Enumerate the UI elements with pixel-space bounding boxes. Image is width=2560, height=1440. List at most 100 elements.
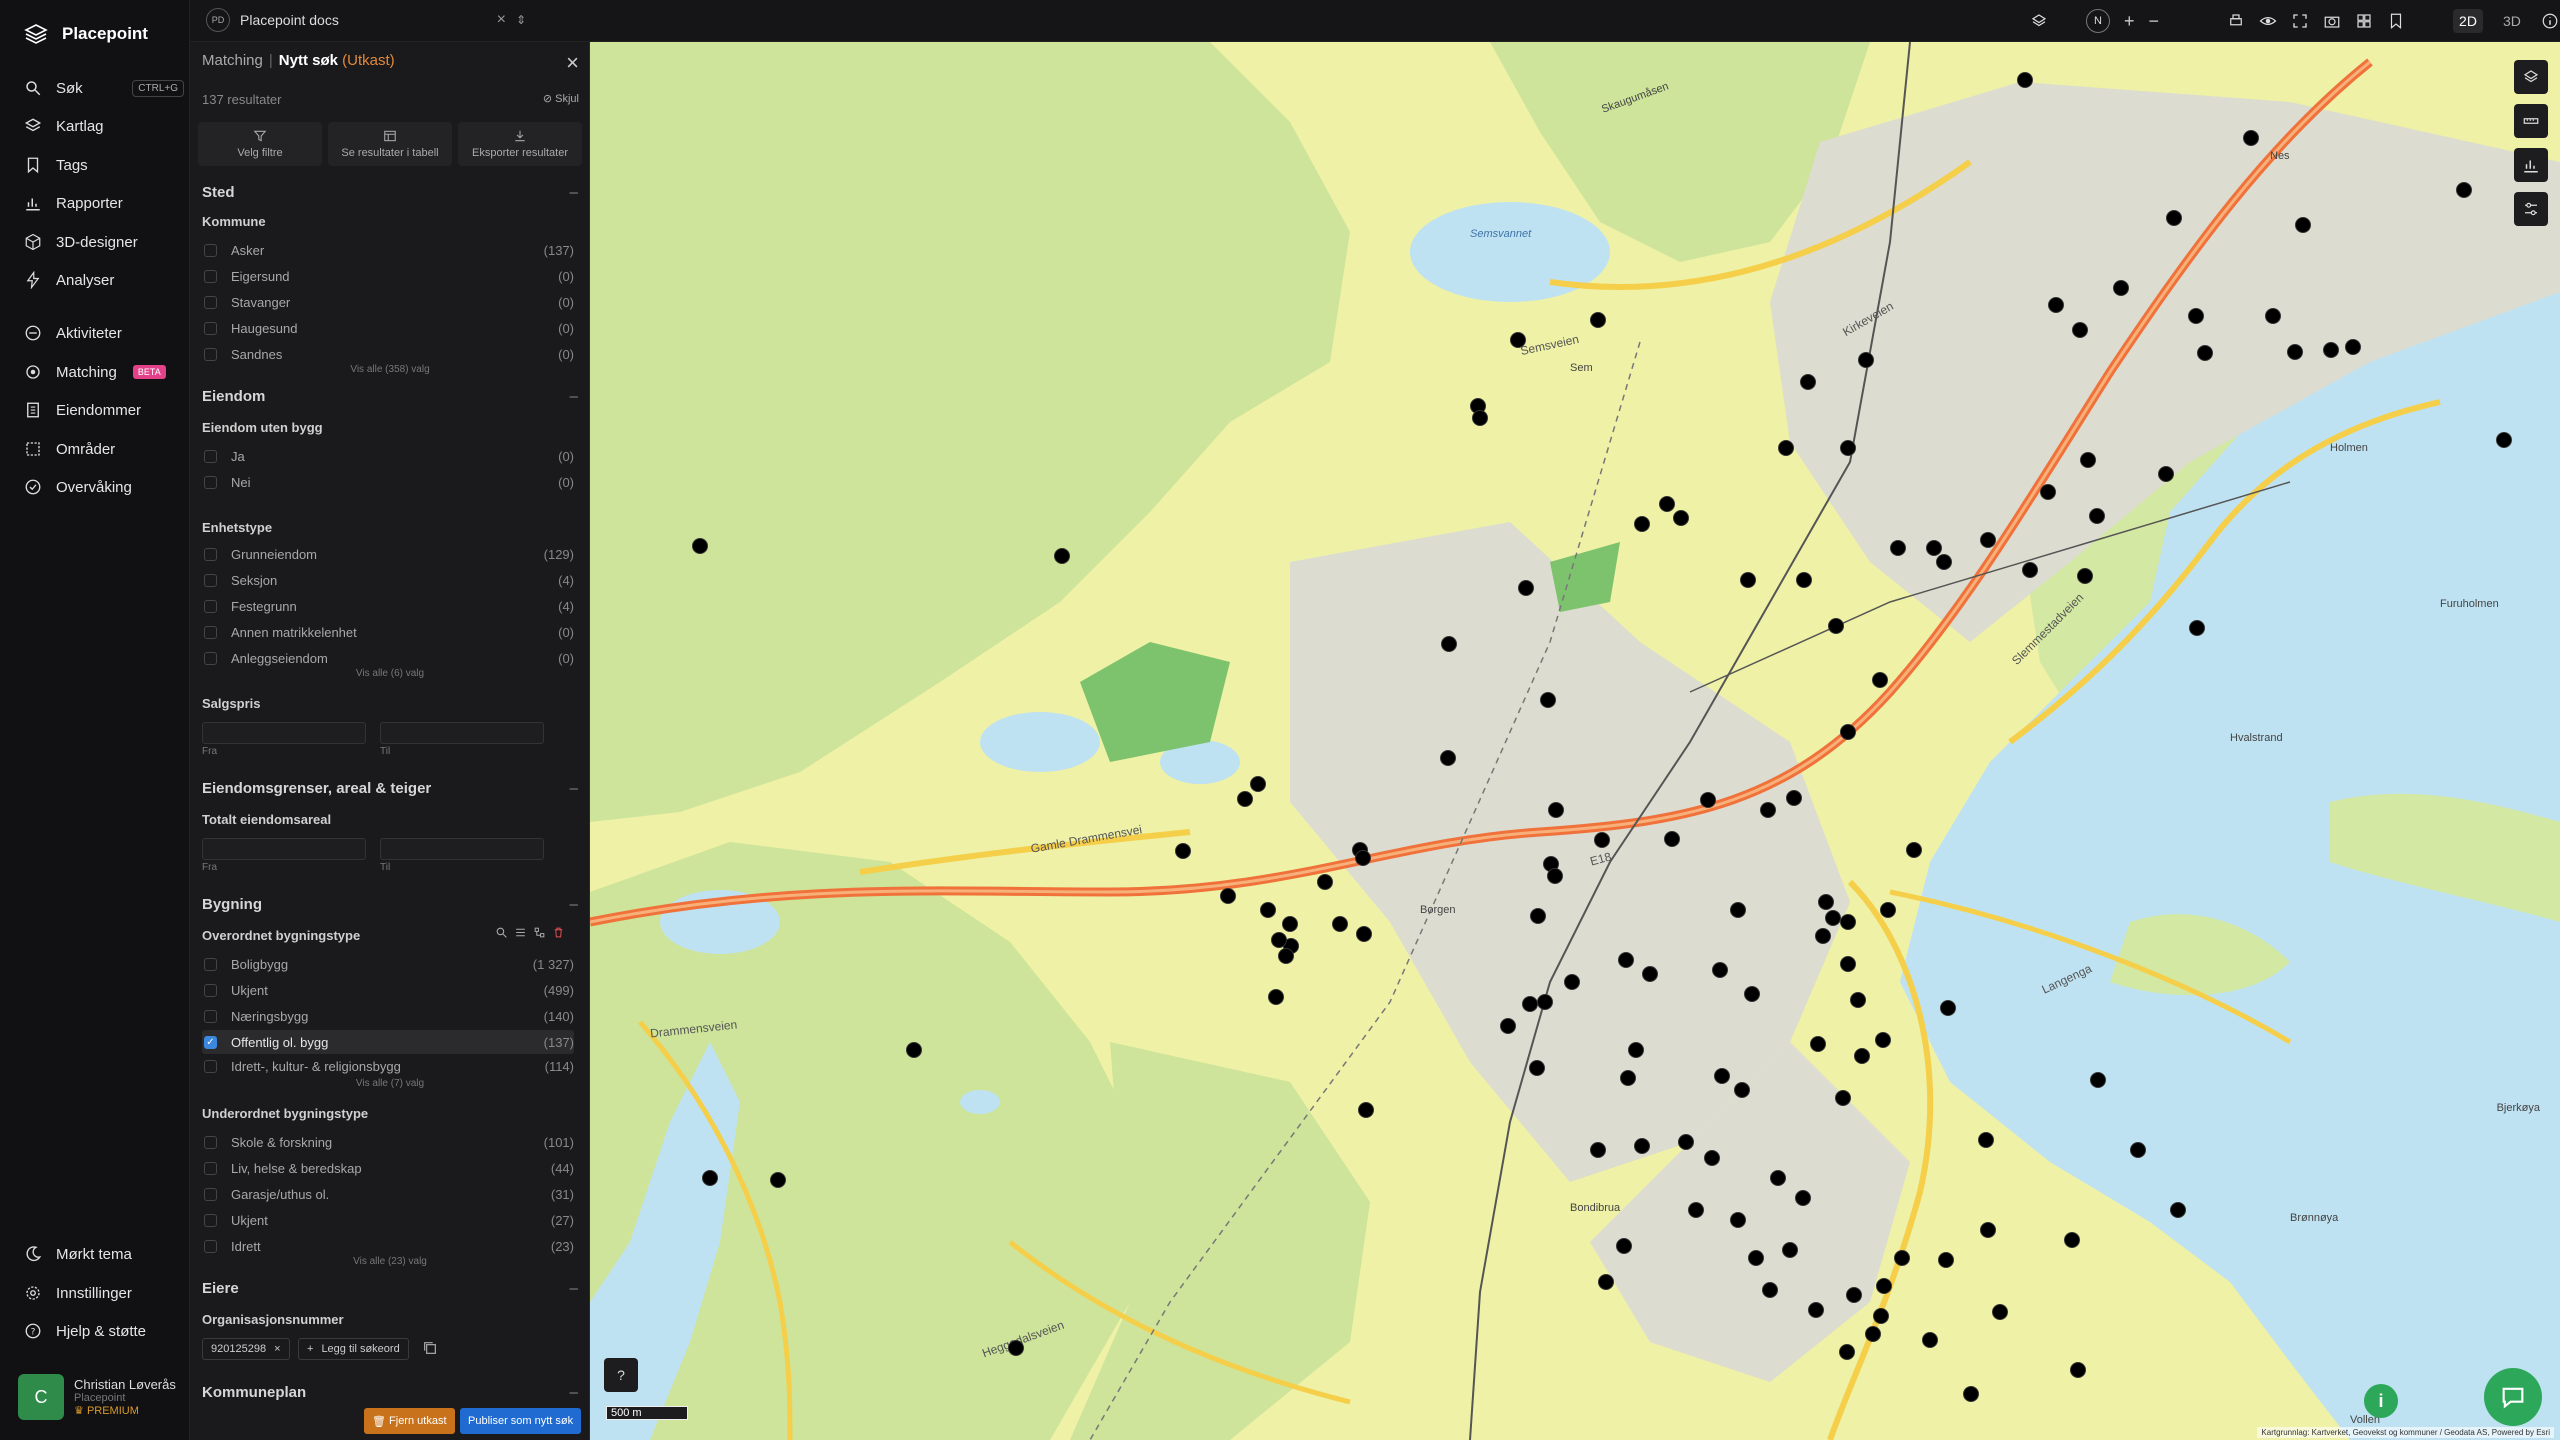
result-pin[interactable]	[1748, 1250, 1764, 1266]
checkbox[interactable]	[204, 449, 217, 463]
result-pin[interactable]	[1537, 994, 1553, 1010]
result-pin[interactable]	[1564, 974, 1580, 990]
result-pin[interactable]	[2188, 308, 2204, 324]
result-pin[interactable]	[1730, 1212, 1746, 1228]
result-pin[interactable]	[1980, 532, 1996, 548]
map-help-button[interactable]: ?	[604, 1358, 638, 1392]
result-pin[interactable]	[2077, 568, 2093, 584]
checkbox[interactable]	[204, 983, 217, 997]
result-pin[interactable]	[2017, 72, 2033, 88]
result-pin[interactable]	[1529, 1060, 1545, 1076]
result-pin[interactable]	[1634, 1138, 1650, 1154]
document-selector[interactable]: PD Placepoint docs × ⇕	[206, 8, 526, 32]
collapse-icon[interactable]: –	[570, 1384, 578, 1401]
nav-item-matching[interactable]: Matching BETA	[24, 357, 184, 387]
result-pin[interactable]	[2243, 130, 2259, 146]
checkbox[interactable]	[204, 1059, 217, 1073]
checkbox-row[interactable]: Idrett (23)	[202, 1234, 574, 1258]
nav-item-sok[interactable]: Søk CTRL+G	[24, 73, 184, 103]
map-tool-stats[interactable]	[2514, 148, 2548, 182]
result-pin[interactable]	[1894, 1250, 1910, 1266]
nav-item-help[interactable]: ? Hjelp & støtte	[24, 1316, 184, 1346]
result-pin[interactable]	[2048, 297, 2064, 313]
clear-icon[interactable]: ×	[497, 11, 506, 29]
result-pin[interactable]	[1620, 1070, 1636, 1086]
see-all-link[interactable]: Vis alle (23) valg	[190, 1256, 589, 1267]
result-pin[interactable]	[1760, 802, 1776, 818]
result-pin[interactable]	[1712, 962, 1728, 978]
fullscreen-icon[interactable]	[2291, 12, 2309, 30]
map-tool-settings[interactable]	[2514, 192, 2548, 226]
result-pin[interactable]	[1530, 908, 1546, 924]
section-grenser[interactable]: Eiendomsgrenser, areal & teiger –	[202, 780, 578, 797]
result-pin[interactable]	[2189, 620, 2205, 636]
checkbox[interactable]	[204, 1135, 217, 1149]
checkbox[interactable]	[204, 1161, 217, 1175]
result-pin[interactable]	[770, 1172, 786, 1188]
result-pin[interactable]	[2345, 339, 2361, 355]
result-pin[interactable]	[2070, 1362, 2086, 1378]
result-pin[interactable]	[1808, 1302, 1824, 1318]
result-pin[interactable]	[2072, 322, 2088, 338]
result-pin[interactable]	[1220, 888, 1236, 904]
nav-item-settings[interactable]: Innstillinger	[24, 1278, 184, 1308]
result-pin[interactable]	[1510, 332, 1526, 348]
result-pin[interactable]	[1865, 1326, 1881, 1342]
collapse-icon[interactable]: –	[570, 388, 578, 405]
collapse-icon[interactable]: –	[570, 896, 578, 913]
result-pin[interactable]	[2496, 432, 2512, 448]
result-pin[interactable]	[2113, 280, 2129, 296]
result-pin[interactable]	[1714, 1068, 1730, 1084]
checkbox[interactable]	[204, 1187, 217, 1201]
result-pin[interactable]	[1618, 952, 1634, 968]
result-pin[interactable]	[1356, 926, 1372, 942]
result-pin[interactable]	[1175, 843, 1191, 859]
checkbox-row[interactable]: Garasje/uthus ol. (31)	[202, 1182, 574, 1206]
checkbox-row[interactable]: Ja (0)	[202, 444, 574, 468]
areal-from-input[interactable]	[202, 838, 366, 860]
result-pin[interactable]	[1441, 636, 1457, 652]
checkbox-row[interactable]: Asker (137)	[202, 238, 574, 262]
result-pin[interactable]	[1980, 1222, 1996, 1238]
result-pin[interactable]	[2287, 344, 2303, 360]
select-filters-button[interactable]: Velg filtre	[198, 122, 322, 166]
result-pin[interactable]	[1472, 410, 1488, 426]
result-pin[interactable]	[1250, 776, 1266, 792]
checkbox[interactable]	[204, 321, 217, 335]
breadcrumb-matching[interactable]: Matching	[202, 52, 263, 69]
checkbox[interactable]	[204, 547, 217, 561]
result-pin[interactable]	[1978, 1132, 1994, 1148]
result-pin[interactable]	[2158, 466, 2174, 482]
checkbox[interactable]	[204, 625, 217, 639]
checkbox[interactable]	[204, 1213, 217, 1227]
checkbox[interactable]	[204, 599, 217, 613]
result-pin[interactable]	[1873, 1308, 1889, 1324]
checkbox[interactable]	[204, 957, 217, 971]
checkbox-row[interactable]: Boligbygg (1 327)	[202, 952, 574, 976]
result-pin[interactable]	[1762, 1282, 1778, 1298]
list-icon[interactable]	[514, 926, 527, 939]
result-pin[interactable]	[1616, 1238, 1632, 1254]
remove-draft-button[interactable]: 🗑︎ Fjern utkast	[364, 1408, 455, 1434]
checkbox[interactable]	[204, 1239, 217, 1253]
section-eiendom[interactable]: Eiendom –	[202, 388, 578, 405]
checkbox[interactable]	[204, 243, 217, 257]
collapse-icon[interactable]: –	[570, 1280, 578, 1297]
collapse-icon[interactable]: –	[570, 184, 578, 201]
salgspris-to-input[interactable]	[380, 722, 544, 744]
result-pin[interactable]	[2064, 1232, 2080, 1248]
result-pin[interactable]	[1642, 966, 1658, 982]
areal-to-input[interactable]	[380, 838, 544, 860]
add-keyword-button[interactable]: + Legg til søkeord	[298, 1338, 409, 1360]
result-pin[interactable]	[1926, 540, 1942, 556]
checkbox-checked[interactable]	[204, 1035, 217, 1049]
result-pin[interactable]	[1282, 916, 1298, 932]
brand[interactable]: Placepoint	[24, 22, 148, 46]
result-pin[interactable]	[1540, 692, 1556, 708]
map-tool-measure[interactable]	[2514, 104, 2548, 138]
result-pin[interactable]	[1936, 554, 1952, 570]
zoom-out-icon[interactable]: −	[2149, 11, 2160, 32]
nav-item-aktiviteter[interactable]: Aktiviteter	[24, 318, 184, 348]
nav-item-kartlag[interactable]: Kartlag	[24, 111, 184, 141]
checkbox[interactable]	[204, 475, 217, 489]
